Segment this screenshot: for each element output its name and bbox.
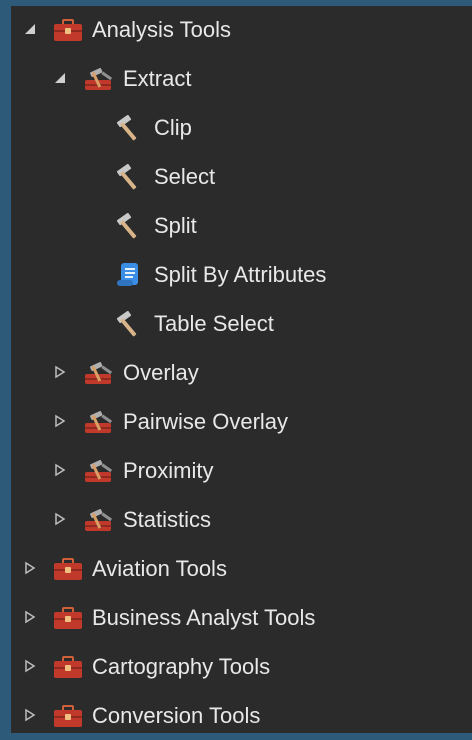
hammer-icon xyxy=(114,115,144,141)
tree-node-label: Conversion Tools xyxy=(92,703,261,728)
toolset-icon xyxy=(84,458,114,484)
tool-item-table-select[interactable]: Table Select xyxy=(11,299,472,348)
toolbox-icon xyxy=(53,556,83,582)
tree-node-business-analyst-tools[interactable]: Business Analyst Tools xyxy=(11,593,472,642)
tree-node-label: Statistics xyxy=(123,507,212,532)
script-icon xyxy=(114,262,144,288)
tree-node-label: Pairwise Overlay xyxy=(123,409,289,434)
tool-label: Split By Attributes xyxy=(154,262,327,287)
tool-label: Split xyxy=(154,213,197,238)
tree-node-proximity[interactable]: Proximity xyxy=(11,446,472,495)
tree-node-label: Overlay xyxy=(123,360,199,385)
tool-label: Table Select xyxy=(154,311,274,336)
tree-node-cartography-tools[interactable]: Cartography Tools xyxy=(11,642,472,691)
toolset-icon xyxy=(84,66,114,92)
collapsed-caret-icon[interactable] xyxy=(23,659,37,673)
tool-label: Select xyxy=(154,164,216,189)
tree-node-pairwise-overlay[interactable]: Pairwise Overlay xyxy=(11,397,472,446)
collapsed-caret-icon[interactable] xyxy=(53,414,67,428)
tool-item-split[interactable]: Split xyxy=(11,201,472,250)
tool-label: Clip xyxy=(154,115,192,140)
tree-node-label: Aviation Tools xyxy=(92,556,227,581)
collapsed-caret-icon[interactable] xyxy=(23,610,37,624)
collapsed-caret-icon[interactable] xyxy=(53,463,67,477)
tree-node-statistics[interactable]: Statistics xyxy=(11,495,472,544)
tree-node-overlay[interactable]: Overlay xyxy=(11,348,472,397)
collapsed-caret-icon[interactable] xyxy=(53,365,67,379)
tool-item-clip[interactable]: Clip xyxy=(11,103,472,152)
toolbox-icon xyxy=(53,17,83,43)
tree-node-label: Cartography Tools xyxy=(92,654,271,679)
collapsed-caret-icon[interactable] xyxy=(23,708,37,722)
toolbox-icon xyxy=(53,654,83,680)
tool-item-split-by-attributes[interactable]: Split By Attributes xyxy=(11,250,472,299)
tree-node-extract[interactable]: Extract xyxy=(11,54,472,103)
toolset-icon xyxy=(84,507,114,533)
toolset-icon xyxy=(84,409,114,435)
tree-node-aviation-tools[interactable]: Aviation Tools xyxy=(11,544,472,593)
toolset-icon xyxy=(84,360,114,386)
collapsed-caret-icon[interactable] xyxy=(23,561,37,575)
expanded-caret-icon[interactable] xyxy=(53,71,67,85)
tree-node-label: Analysis Tools xyxy=(92,17,231,42)
toolbox-icon xyxy=(53,703,83,729)
geoprocessing-toolbox-tree: Analysis Tools Extract Clip Select Split… xyxy=(11,6,472,733)
tree-node-label: Extract xyxy=(123,66,192,91)
hammer-icon xyxy=(114,213,144,239)
toolbox-icon xyxy=(53,605,83,631)
tree-node-label: Proximity xyxy=(123,458,214,483)
expanded-caret-icon[interactable] xyxy=(23,22,37,36)
tree-node-analysis-tools[interactable]: Analysis Tools xyxy=(11,5,472,54)
tool-item-select[interactable]: Select xyxy=(11,152,472,201)
collapsed-caret-icon[interactable] xyxy=(53,512,67,526)
hammer-icon xyxy=(114,311,144,337)
tree-node-label: Business Analyst Tools xyxy=(92,605,316,630)
hammer-icon xyxy=(114,164,144,190)
